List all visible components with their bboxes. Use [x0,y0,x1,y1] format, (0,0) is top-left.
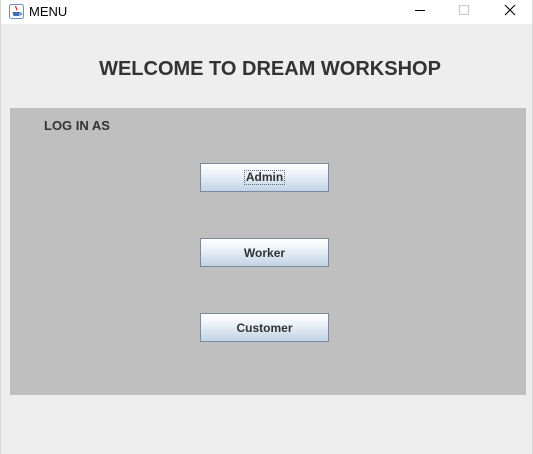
minimize-icon [414,3,426,21]
close-icon [504,3,516,21]
worker-button-label: Worker [243,245,286,260]
worker-button[interactable]: Worker [200,238,329,267]
customer-button-label: Customer [236,320,293,335]
log-in-as-label: LOG IN AS [44,118,110,133]
title-bar[interactable]: MENU [1,0,532,24]
welcome-heading: WELCOME TO DREAM WORKSHOP [99,58,441,80]
admin-button[interactable]: Admin [200,163,329,192]
login-panel: LOG IN AS Admin Worker Customer [10,108,526,395]
maximize-button[interactable] [441,0,487,24]
maximize-icon [458,3,470,21]
close-button[interactable] [487,0,533,24]
menu-window: MENU WELCOME TO DREAM WORKSHOP LOG IN AS… [0,0,533,454]
minimize-button[interactable] [397,0,443,24]
java-cup-icon [9,4,24,19]
customer-button[interactable]: Customer [200,313,329,342]
admin-button-label: Admin [243,170,286,185]
window-title: MENU [29,4,68,19]
